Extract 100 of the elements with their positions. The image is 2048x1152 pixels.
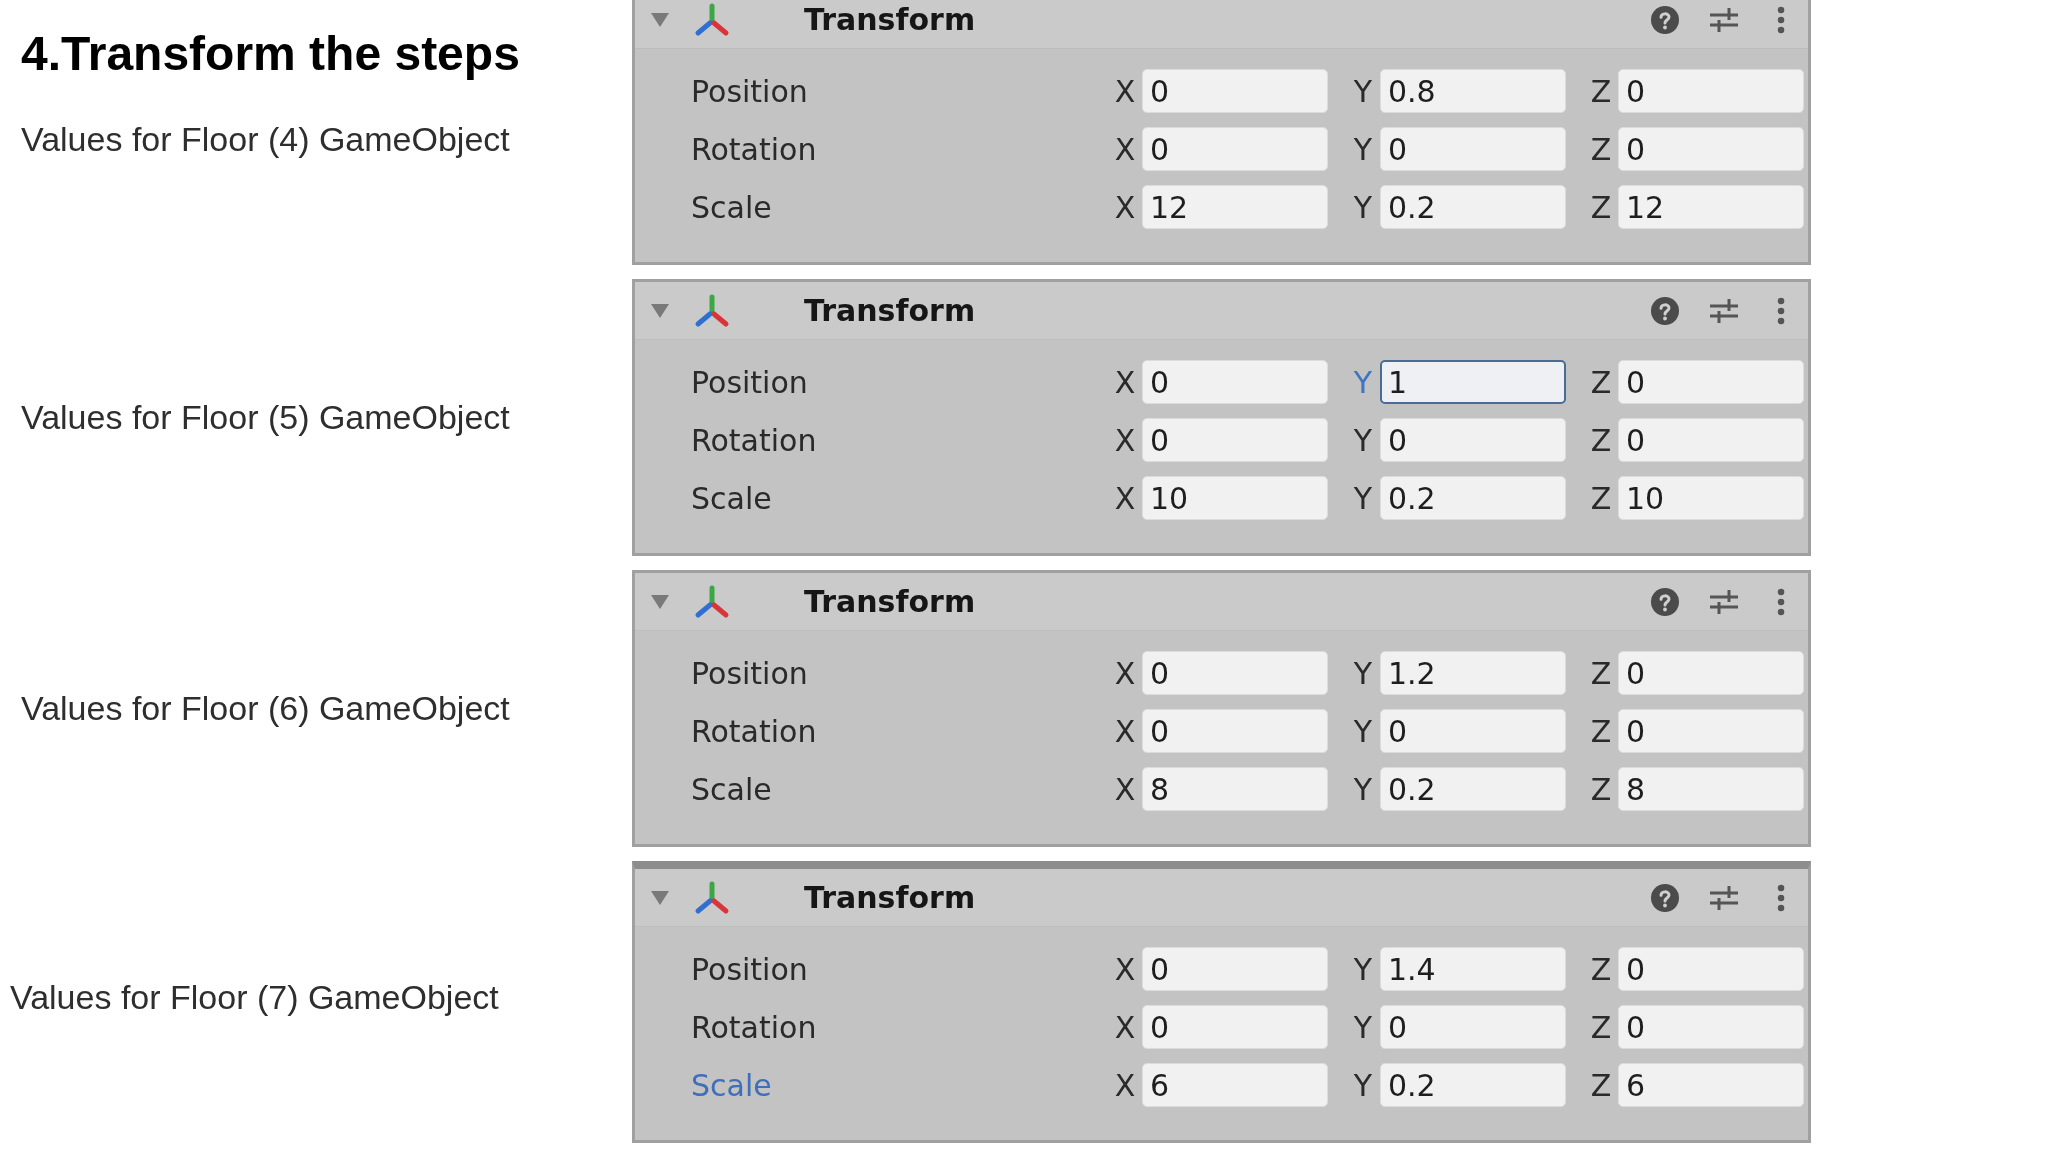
axis-label: Y — [1352, 1009, 1374, 1045]
axis-label: X — [1113, 364, 1137, 400]
axis-label: X — [1113, 189, 1137, 225]
axes-icon — [694, 293, 730, 328]
property-label: Rotation — [691, 1009, 818, 1045]
axis-label: Z — [1589, 422, 1613, 458]
property-label: Scale — [691, 189, 773, 225]
more-icon[interactable] — [1777, 883, 1785, 912]
axis-label: Y — [1352, 655, 1374, 691]
number-field[interactable]: 1.2 — [1380, 651, 1566, 695]
component-title: Transform — [804, 2, 976, 37]
axis-label: Z — [1589, 189, 1613, 225]
component-title: Transform — [804, 880, 976, 915]
more-icon[interactable] — [1777, 587, 1785, 616]
number-field[interactable]: 0 — [1380, 1005, 1566, 1049]
property-label: Scale — [691, 771, 773, 807]
number-field[interactable]: 8 — [1618, 767, 1804, 811]
axis-label: Z — [1589, 73, 1613, 109]
number-field[interactable]: 0 — [1142, 418, 1328, 462]
number-field[interactable]: 0 — [1380, 127, 1566, 171]
axis-label: Y — [1352, 480, 1374, 516]
number-field[interactable]: 0 — [1142, 360, 1328, 404]
number-field[interactable]: 6 — [1618, 1063, 1804, 1107]
axis-label: Z — [1589, 655, 1613, 691]
help-icon[interactable] — [1651, 296, 1679, 325]
foldout-triangle-icon[interactable] — [651, 12, 669, 27]
axis-label: X — [1113, 771, 1137, 807]
property-label: Position — [691, 73, 809, 109]
sliders-icon[interactable] — [1709, 588, 1739, 615]
number-field[interactable]: 0 — [1618, 651, 1804, 695]
sliders-icon[interactable] — [1709, 297, 1739, 324]
sliders-icon[interactable] — [1709, 884, 1739, 911]
property-label: Position — [691, 655, 809, 691]
more-icon[interactable] — [1777, 296, 1785, 325]
component-title: Transform — [804, 293, 976, 328]
axis-label: Z — [1589, 1067, 1613, 1103]
number-field[interactable]: 0.2 — [1380, 185, 1566, 229]
step-caption: Values for Floor (6) GameObject — [21, 688, 511, 729]
axis-label: Z — [1589, 1009, 1613, 1045]
foldout-triangle-icon[interactable] — [651, 890, 669, 905]
number-field[interactable]: 0.2 — [1380, 1063, 1566, 1107]
number-field[interactable]: 1 — [1380, 360, 1566, 404]
number-field[interactable]: 10 — [1618, 476, 1804, 520]
axis-label: Y — [1352, 73, 1374, 109]
property-label: Scale — [691, 480, 773, 516]
axes-icon — [694, 584, 730, 619]
number-field[interactable]: 0 — [1618, 709, 1804, 753]
property-label: Rotation — [691, 131, 818, 167]
axis-label: X — [1113, 951, 1137, 987]
property-label: Rotation — [691, 422, 818, 458]
axis-label: X — [1113, 713, 1137, 749]
number-field[interactable]: 0 — [1142, 127, 1328, 171]
number-field[interactable]: 0 — [1618, 360, 1804, 404]
help-icon[interactable] — [1651, 883, 1679, 912]
axis-label: Y — [1352, 713, 1374, 749]
number-field[interactable]: 0 — [1380, 709, 1566, 753]
number-field[interactable]: 0 — [1142, 709, 1328, 753]
axis-label: X — [1113, 480, 1137, 516]
number-field[interactable]: 0 — [1618, 69, 1804, 113]
axis-label: Y — [1352, 951, 1374, 987]
number-field[interactable]: 0 — [1618, 127, 1804, 171]
number-field[interactable]: 0 — [1618, 947, 1804, 991]
step-caption: Values for Floor (5) GameObject — [21, 397, 511, 438]
axis-label: X — [1113, 655, 1137, 691]
number-field[interactable]: 0 — [1142, 651, 1328, 695]
number-field[interactable]: 10 — [1142, 476, 1328, 520]
axis-label: X — [1113, 73, 1137, 109]
number-field[interactable]: 12 — [1618, 185, 1804, 229]
number-field[interactable]: 8 — [1142, 767, 1328, 811]
axis-label: Y — [1352, 422, 1374, 458]
number-field[interactable]: 0 — [1380, 418, 1566, 462]
axis-label: Z — [1589, 771, 1613, 807]
number-field[interactable]: 0 — [1142, 1005, 1328, 1049]
foldout-triangle-icon[interactable] — [651, 303, 669, 318]
axis-label: Y — [1352, 771, 1374, 807]
property-label: Rotation — [691, 713, 818, 749]
help-icon[interactable] — [1651, 5, 1679, 34]
component-title: Transform — [804, 584, 976, 619]
axis-label: X — [1113, 1067, 1137, 1103]
axes-icon — [694, 2, 730, 37]
number-field[interactable]: 1.4 — [1380, 947, 1566, 991]
foldout-triangle-icon[interactable] — [651, 594, 669, 609]
number-field[interactable]: 0.2 — [1380, 476, 1566, 520]
help-icon[interactable] — [1651, 587, 1679, 616]
property-label: Position — [691, 364, 809, 400]
more-icon[interactable] — [1777, 5, 1785, 34]
number-field[interactable]: 0 — [1618, 418, 1804, 462]
axis-label: Z — [1589, 131, 1613, 167]
number-field[interactable]: 6 — [1142, 1063, 1328, 1107]
axis-label: Y — [1352, 131, 1374, 167]
number-field[interactable]: 0 — [1618, 1005, 1804, 1049]
axis-label: Y — [1352, 189, 1374, 225]
number-field[interactable]: 0 — [1142, 69, 1328, 113]
axis-label: Z — [1589, 480, 1613, 516]
number-field[interactable]: 0.2 — [1380, 767, 1566, 811]
sliders-icon[interactable] — [1709, 6, 1739, 33]
number-field[interactable]: 0.8 — [1380, 69, 1566, 113]
axis-label: X — [1113, 1009, 1137, 1045]
number-field[interactable]: 0 — [1142, 947, 1328, 991]
number-field[interactable]: 12 — [1142, 185, 1328, 229]
